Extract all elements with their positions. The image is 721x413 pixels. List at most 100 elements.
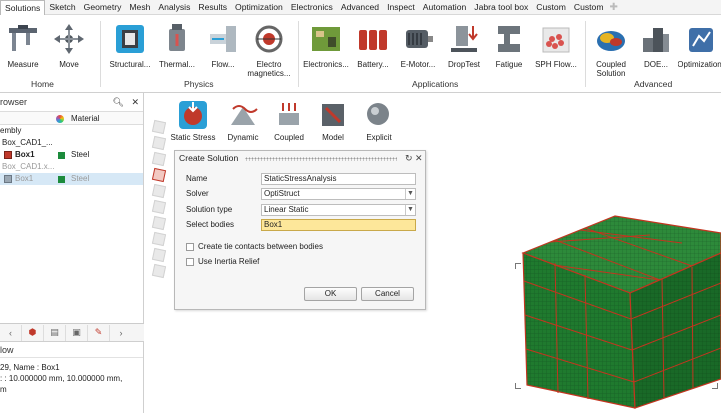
plus-icon[interactable]: ✚ [607,2,617,13]
ribbon-separator [100,21,101,87]
e-motor-button[interactable]: E-Motor... [397,18,439,78]
properties-body: 29, Name : Box1 : : 10.000000 mm, 10.000… [0,358,143,395]
dialog-title-bar[interactable]: Create Solution ↻ ✕ [175,151,425,166]
optimization-button[interactable]: Optimization [678,18,721,78]
reset-icon[interactable]: ↻ [405,151,413,166]
measure-button[interactable]: Measure [4,18,42,78]
ribbon-separator [585,21,586,87]
tree-row[interactable]: embly [0,125,143,137]
tree-row-label: embly [0,126,22,135]
search-icon[interactable]: 🔍︎ [113,97,124,107]
drag-grip[interactable] [245,157,397,161]
static-stress-label: Static Stress [170,133,216,142]
optimization-label: Optimization [678,60,721,69]
move-label: Move [59,60,79,69]
tool-icon[interactable] [151,247,167,263]
menu-sketch[interactable]: Sketch [45,0,79,15]
tool-icon[interactable] [151,135,167,151]
close-icon[interactable]: ✕ [415,151,423,166]
move-button[interactable]: Move [50,18,88,78]
chevron-left-icon[interactable]: ‹ [0,324,22,341]
meshed-box-model[interactable] [430,93,721,413]
structural-button[interactable]: Structural... [107,18,153,78]
flow-button[interactable]: Flow... [203,18,243,78]
sph-flow-button[interactable]: SPH Flow... [533,18,579,78]
solver-value: OptiStruct [264,189,300,198]
material-color-chip [58,176,65,183]
motor-icon [406,30,433,48]
tool-icon[interactable] [151,183,167,199]
menu-custom-1[interactable]: Custom [532,0,570,15]
menu-geometry[interactable]: Geometry [80,0,126,15]
thermal-label: Thermal... [158,60,195,69]
model-button[interactable]: Model [310,99,356,142]
tree-row-selected[interactable]: Box1 Steel [0,173,143,185]
material-color-chip [58,152,65,159]
ok-button[interactable]: OK [304,287,357,301]
material-column-header[interactable]: Material [71,114,99,123]
coupled-button[interactable]: Coupled [266,99,312,142]
pencil-tab-icon[interactable]: ✎ [88,324,110,341]
menu-optimization[interactable]: Optimization [231,0,287,15]
cube-tool-icon[interactable] [151,167,167,183]
properties-line: : : 10.000000 mm, 10.000000 mm, [0,374,123,383]
notebook-tab-icon[interactable]: ▤ [44,324,66,341]
tool-icon[interactable] [151,151,167,167]
tool-icon[interactable] [151,199,167,215]
optimization-icon [688,28,713,52]
tree-row[interactable]: Box1 Steel [0,149,143,161]
chevron-down-icon[interactable]: ▼ [405,189,415,199]
menu-inspect[interactable]: Inspect [383,0,419,15]
electromagnetics-button[interactable]: Electro magnetics... [246,18,292,78]
viewport-corner-mark [515,383,521,389]
menu-advanced[interactable]: Advanced [337,0,383,15]
name-field[interactable]: StaticStressAnalysis [261,173,416,185]
battery-icon [359,30,387,50]
coupled-solution-button[interactable]: Coupled Solution [589,18,633,78]
tree-row[interactable]: Box_CAD1_... [0,137,143,149]
battery-button[interactable]: Battery... [353,18,393,78]
menu-jabra-tool-box[interactable]: Jabra tool box [470,0,532,15]
cancel-button[interactable]: Cancel [361,287,414,301]
graphics-viewport[interactable] [430,93,721,413]
menu-automation[interactable]: Automation [419,0,470,15]
thermal-button[interactable]: Thermal... [156,18,198,78]
explicit-button[interactable]: Explicit [356,99,402,142]
doe-button[interactable]: DOE... [637,18,675,78]
close-icon[interactable]: ✕ [131,97,139,107]
model-tab-icon[interactable]: ⬢ [22,324,44,341]
tie-contacts-checkbox[interactable] [186,243,194,251]
tree-row[interactable]: Box_CAD1.x... [0,161,143,173]
menu-bar: Solutions Sketch Geometry Mesh Analysis … [0,0,721,15]
fatigue-button[interactable]: Fatigue [490,18,528,78]
ribbon-separator [298,21,299,87]
menu-solutions[interactable]: Solutions [0,0,46,15]
solver-select[interactable]: OptiStruct ▼ [261,188,416,200]
properties-line: 29, Name : Box1 [0,363,60,372]
tree-row-label: Box_CAD1.x... [2,162,55,171]
dynamic-button[interactable]: Dynamic [220,99,266,142]
move-arrows-icon [54,24,84,54]
cube-tab-icon[interactable]: ▣ [66,324,88,341]
select-tool-icon[interactable] [151,119,167,135]
menu-custom-2[interactable]: Custom [570,0,608,15]
solution-type-select[interactable]: Linear Static ▼ [261,204,416,216]
electromagnetics-label: Electro magnetics... [247,60,290,78]
static-stress-button[interactable]: Static Stress [170,99,216,142]
menu-results[interactable]: Results [194,0,231,15]
menu-mesh[interactable]: Mesh [125,0,154,15]
browser-title: rowser [0,97,28,107]
electronics-button[interactable]: Electronics... [302,18,350,78]
tool-icon[interactable] [151,231,167,247]
tool-icon[interactable] [151,215,167,231]
chevron-right-icon[interactable]: › [110,325,132,341]
inertia-relief-checkbox[interactable] [186,258,194,266]
drop-test-button[interactable]: DropTest [442,18,486,78]
menu-analysis[interactable]: Analysis [154,0,194,15]
chevron-down-icon[interactable]: ▼ [405,205,415,215]
flow-icon [210,26,236,52]
menu-electronics[interactable]: Electronics [287,0,337,15]
coupled-icon [279,103,299,125]
tool-icon[interactable] [151,263,167,279]
select-bodies-field[interactable]: Box1 [261,219,416,231]
